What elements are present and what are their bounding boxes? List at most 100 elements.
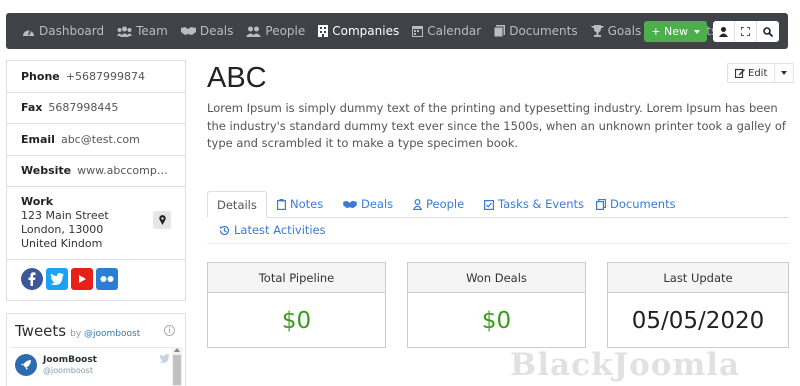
expand-icon [741, 27, 750, 36]
tab-latest-activities[interactable]: Latest Activities [219, 223, 326, 237]
tweets-handle-link[interactable]: @joomboost [84, 329, 140, 339]
won-deals-value: $0 [481, 307, 512, 334]
nav-calendar[interactable]: Calendar [412, 13, 481, 49]
info-icon[interactable]: i [164, 325, 175, 336]
tab-people-label: People [426, 197, 465, 211]
team-icon [117, 26, 133, 37]
company-description: Lorem Ipsum is simply dummy text of the … [207, 101, 786, 150]
tab-details-label: Details [217, 197, 257, 212]
tab-deals[interactable]: Deals [343, 197, 393, 211]
nav-dashboard-label: Dashboard [39, 24, 105, 38]
total-pipeline-label: Total Pipeline [208, 263, 385, 293]
tab-tasks-label: Tasks & Events [498, 197, 585, 211]
chevron-down-icon [781, 71, 788, 75]
total-pipeline-card: Total Pipeline $0 [207, 262, 386, 348]
watermark: BlackJoomla [510, 347, 741, 383]
tweets-scrollbar[interactable] [172, 347, 182, 386]
tab-people[interactable]: People [413, 197, 464, 211]
won-deals-card: Won Deals $0 [407, 262, 586, 348]
tweet-author-handle: @joomboost [43, 366, 93, 375]
website-link[interactable]: www.abccompany.... [77, 164, 171, 177]
avatar [15, 354, 37, 376]
edit-button[interactable]: Edit [728, 64, 776, 82]
tweet-item[interactable]: JoomBoost @joomboost [11, 347, 174, 386]
nav-actions: + New [644, 21, 779, 42]
edit-dropdown-toggle[interactable] [775, 64, 793, 82]
nav-companies-label: Companies [332, 24, 400, 38]
flickr-icon [100, 276, 114, 282]
fax-label: Fax [21, 101, 43, 115]
last-update-card: Last Update 05/05/2020 [607, 262, 789, 348]
nav-people-label: People [265, 24, 306, 38]
address-line-1: 123 Main Street [21, 209, 109, 222]
nav-companies[interactable]: Companies [318, 13, 399, 49]
tab-notes[interactable]: Notes [277, 197, 323, 211]
nav-dashboard[interactable]: Dashboard [22, 13, 104, 49]
nav-people[interactable]: People [246, 13, 305, 49]
tweet-author-name: JoomBoost [43, 355, 97, 365]
youtube-button[interactable] [71, 268, 93, 290]
user-toolbar [713, 21, 779, 42]
nav-team-label: Team [136, 24, 168, 38]
fullscreen-button[interactable] [735, 21, 757, 42]
new-button[interactable]: + New [644, 21, 707, 42]
clipboard-icon [277, 198, 286, 210]
work-address: Work 123 Main Street London, 13000 Unite… [7, 187, 185, 260]
nav-team[interactable]: Team [117, 13, 168, 49]
contact-panel: Phone +5687999874 Fax 5687998445 Email a… [6, 60, 186, 301]
edit-icon [735, 68, 745, 78]
email-value[interactable]: abc@test.com [61, 133, 140, 146]
chevron-down-icon [694, 29, 700, 34]
twitter-button[interactable] [46, 268, 68, 290]
people-icon [246, 26, 262, 37]
tab-activities-label: Latest Activities [234, 223, 326, 237]
tweets-widget: Tweets by @joomboost i JoomBoost @joombo… [6, 313, 186, 386]
tab-tasks-events[interactable]: Tasks & Events [484, 197, 584, 211]
building-icon [318, 25, 329, 37]
email-label: Email [21, 132, 55, 146]
nav-documents-label: Documents [509, 24, 578, 38]
map-button[interactable] [153, 211, 171, 229]
website-label: Website [21, 164, 72, 178]
search-button[interactable] [757, 21, 779, 42]
calendar-icon [412, 26, 424, 37]
handshake-icon [180, 27, 196, 35]
nav-deals[interactable]: Deals [180, 13, 233, 49]
calendar-check-icon [484, 199, 494, 210]
tweets-header: Tweets by @joomboost [7, 314, 185, 340]
top-navbar: Dashboard Team Deals People Companies Ca… [6, 13, 788, 49]
tab-documents[interactable]: Documents [596, 197, 676, 211]
email-row: Email abc@test.com [7, 124, 185, 156]
phone-row: Phone +5687999874 [7, 61, 185, 93]
address-line-3: United Kindom [21, 237, 103, 250]
fax-value: 5687998445 [48, 101, 119, 115]
tweets-byline: by @joomboost [70, 329, 140, 339]
tweets-title: Tweets [15, 322, 67, 340]
tab-documents-label: Documents [610, 197, 676, 211]
tweets-by-label: by [70, 329, 82, 339]
rocket-icon [21, 360, 31, 370]
nav-goals-label: Goals [607, 24, 642, 38]
flickr-button[interactable] [96, 268, 118, 290]
work-label: Work [21, 195, 54, 208]
nav-documents[interactable]: Documents [494, 13, 578, 49]
user-button[interactable] [713, 21, 735, 42]
scrollbar-thumb[interactable] [173, 355, 181, 385]
map-marker-icon [158, 215, 166, 225]
phone-value[interactable]: +5687999874 [66, 70, 145, 83]
last-update-label: Last Update [608, 263, 788, 293]
handshake-icon [343, 200, 357, 208]
tab-notes-label: Notes [290, 197, 324, 211]
tab-details[interactable]: Details [207, 191, 267, 218]
facebook-button[interactable] [21, 268, 43, 290]
new-button-label: + New [651, 25, 688, 38]
phone-label: Phone [21, 69, 60, 83]
nav-goals[interactable]: Goals [590, 13, 642, 49]
fax-row: Fax 5687998445 [7, 93, 185, 124]
tabs-divider [207, 217, 789, 218]
dashboard-icon [23, 29, 34, 36]
scroll-up-arrow[interactable] [174, 348, 180, 352]
edit-button-label: Edit [748, 67, 768, 79]
user-outline-icon [413, 198, 422, 210]
total-pipeline-value: $0 [281, 307, 312, 334]
